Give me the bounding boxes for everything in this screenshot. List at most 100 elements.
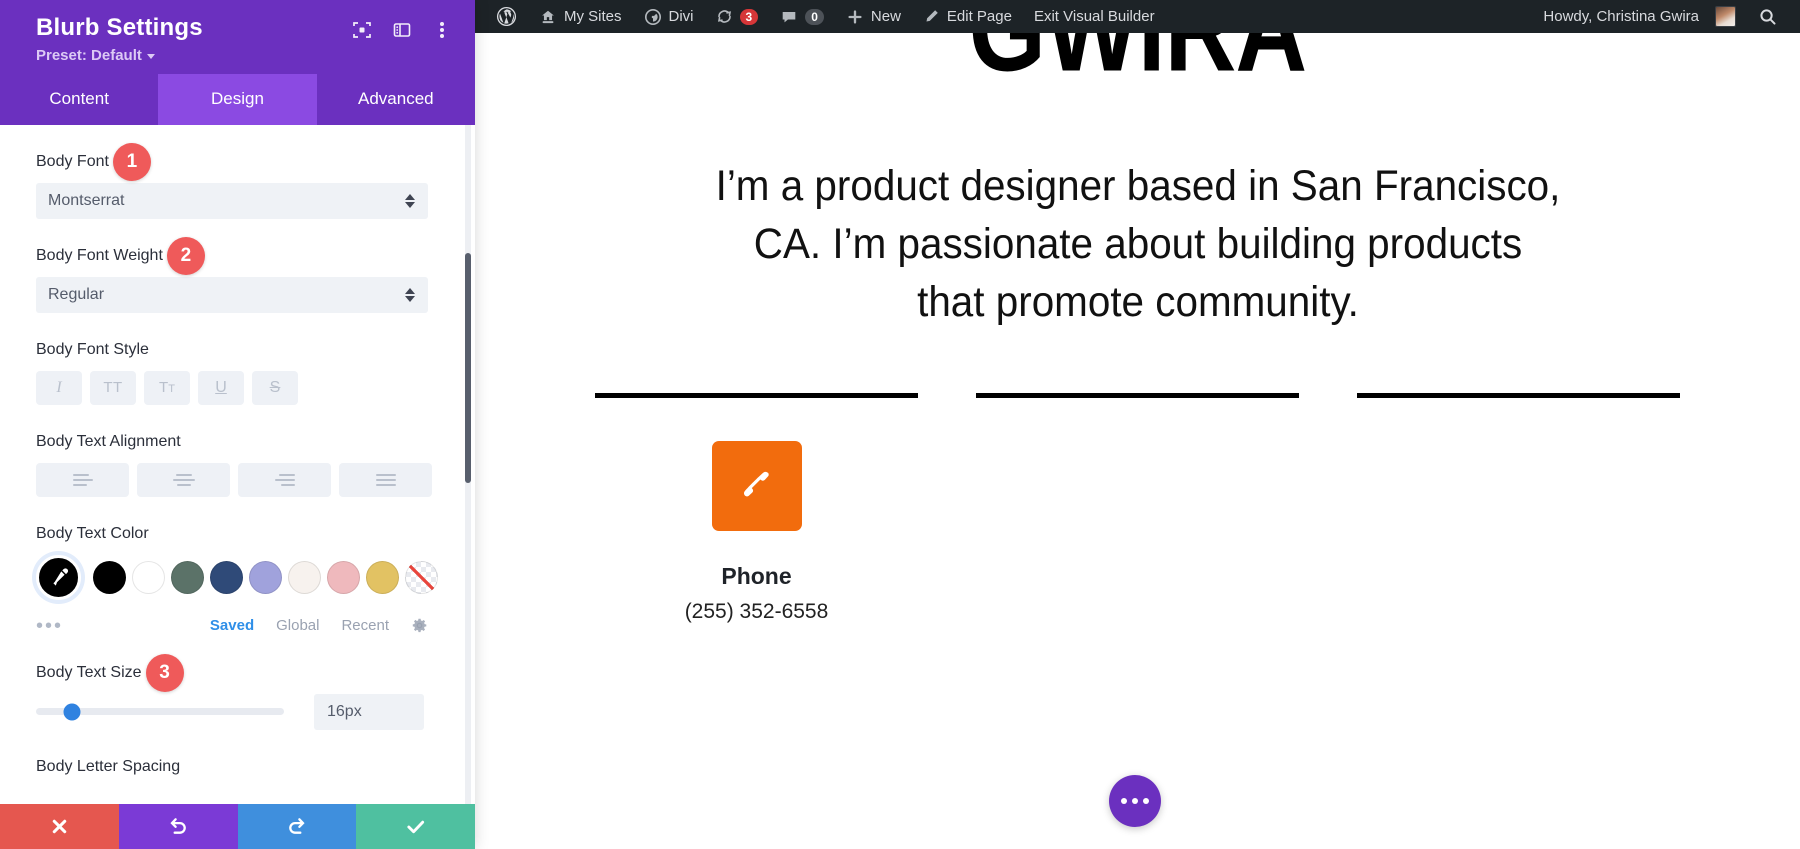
color-swatch-row bbox=[36, 554, 438, 600]
chevron-down-icon bbox=[146, 53, 155, 59]
field-body-font-style: Body Font Style I TT TT U S bbox=[36, 341, 433, 405]
avatar bbox=[1715, 6, 1736, 27]
blurb-phone[interactable]: Phone (255) 352-6558 bbox=[595, 393, 918, 624]
color-swatch-navy[interactable] bbox=[210, 560, 243, 594]
color-tab-saved[interactable]: Saved bbox=[210, 617, 254, 634]
field-body-font-weight: Body Font Weight 2 Regular bbox=[36, 236, 433, 313]
updates-menu[interactable]: 3 bbox=[705, 0, 770, 33]
divider bbox=[595, 393, 918, 399]
spinner-icon bbox=[405, 287, 415, 302]
color-swatch-offwhite[interactable] bbox=[288, 560, 321, 594]
body-text-alignment-label: Body Text Alignment bbox=[36, 432, 181, 450]
body-text-color-label: Body Text Color bbox=[36, 524, 149, 542]
blurb-second[interactable] bbox=[976, 393, 1299, 624]
body-text-size-label: Body Text Size bbox=[36, 663, 142, 681]
horizontal-dots-icon[interactable] bbox=[1109, 775, 1161, 827]
uppercase-button[interactable]: TT bbox=[90, 370, 136, 405]
body-text-size-control: 16px bbox=[36, 693, 433, 730]
body-font-select[interactable]: Montserrat bbox=[36, 182, 428, 219]
fab-dots bbox=[1121, 798, 1149, 804]
color-tab-global[interactable]: Global bbox=[276, 617, 319, 634]
body-text-size-input[interactable]: 16px bbox=[314, 693, 424, 730]
field-body-text-color: Body Text Color ••• Saved Global Recent bbox=[36, 524, 438, 636]
align-center-button[interactable] bbox=[137, 462, 230, 497]
color-tab-recent[interactable]: Recent bbox=[341, 617, 389, 634]
body-font-value: Montserrat bbox=[48, 191, 125, 209]
panel-tabs: Content Design Advanced bbox=[0, 73, 475, 125]
tab-design[interactable]: Design bbox=[158, 73, 317, 125]
exit-visual-builder-label: Exit Visual Builder bbox=[1033, 8, 1155, 25]
divider bbox=[976, 393, 1299, 399]
save-button[interactable] bbox=[356, 804, 475, 849]
alignment-button-group bbox=[36, 462, 433, 497]
divi-menu[interactable]: Divi bbox=[633, 0, 705, 33]
font-style-button-group: I TT TT U S bbox=[36, 370, 433, 405]
search-icon[interactable] bbox=[1747, 0, 1788, 33]
howdy-account-menu[interactable]: Howdy, Christina Gwira bbox=[1532, 0, 1747, 33]
blurb-title: Phone bbox=[721, 563, 792, 590]
body-font-weight-select[interactable]: Regular bbox=[36, 276, 428, 313]
color-swatch-black[interactable] bbox=[93, 560, 126, 594]
field-body-text-alignment: Body Text Alignment bbox=[36, 433, 433, 497]
color-swatch-white[interactable] bbox=[132, 560, 165, 594]
page-canvas: GWIRA I’m a product designer based in Sa… bbox=[475, 33, 1800, 849]
color-swatch-gold[interactable] bbox=[366, 560, 399, 594]
tab-advanced[interactable]: Advanced bbox=[316, 73, 475, 125]
more-colors-button[interactable]: ••• bbox=[36, 616, 63, 636]
italic-button[interactable]: I bbox=[36, 370, 82, 405]
align-right-button[interactable] bbox=[238, 462, 331, 497]
body-text-size-value: 16px bbox=[327, 702, 362, 720]
phone-icon bbox=[711, 441, 802, 532]
comments-menu[interactable]: 0 bbox=[769, 0, 835, 33]
align-left-button[interactable] bbox=[36, 462, 129, 497]
slider-thumb[interactable] bbox=[63, 703, 81, 721]
gear-icon[interactable] bbox=[411, 617, 428, 634]
small-caps-button[interactable]: TT bbox=[144, 370, 190, 405]
body-text-size-slider[interactable] bbox=[36, 703, 284, 721]
field-body-font: Body Font 1 Montserrat bbox=[36, 142, 433, 219]
admin-bar-account: Howdy, Christina Gwira bbox=[1532, 0, 1800, 33]
divider bbox=[1357, 393, 1680, 399]
edit-page-link[interactable]: Edit Page bbox=[912, 0, 1023, 33]
body-font-label: Body Font bbox=[36, 152, 109, 170]
redo-button[interactable] bbox=[237, 804, 357, 849]
design-settings-list: Body Font 1 Montserrat Body Font Weight bbox=[0, 125, 475, 804]
align-justify-button[interactable] bbox=[339, 462, 432, 497]
focus-target-icon[interactable] bbox=[351, 19, 373, 41]
color-swatch-pink[interactable] bbox=[327, 560, 360, 594]
color-source-tabs: Saved Global Recent bbox=[210, 617, 428, 634]
new-label: New bbox=[870, 8, 901, 25]
eyedropper-swatch-selected[interactable] bbox=[36, 554, 81, 600]
body-font-weight-label: Body Font Weight bbox=[36, 246, 163, 264]
hero-heading: GWIRA bbox=[969, 33, 1308, 89]
exit-visual-builder-link[interactable]: Exit Visual Builder bbox=[1023, 0, 1166, 33]
color-swatch-sage[interactable] bbox=[171, 560, 204, 594]
wordpress-logo-icon[interactable] bbox=[485, 0, 528, 33]
my-sites-menu[interactable]: My Sites bbox=[528, 0, 633, 33]
visual-builder-screen: Blurb Settings Preset: Default Content D… bbox=[0, 0, 1800, 849]
body-letter-spacing-label: Body Letter Spacing bbox=[36, 757, 181, 775]
field-body-text-size: Body Text Size 3 16px bbox=[36, 653, 433, 730]
color-swatch-periwinkle[interactable] bbox=[249, 560, 282, 594]
undo-button[interactable] bbox=[118, 804, 238, 849]
preset-selector[interactable]: Preset: Default bbox=[36, 47, 453, 64]
tab-content[interactable]: Content bbox=[0, 73, 159, 125]
field-body-letter-spacing: Body Letter Spacing bbox=[36, 758, 433, 788]
my-sites-label: My Sites bbox=[564, 8, 622, 25]
color-swatch-transparent[interactable] bbox=[405, 560, 438, 594]
divi-label: Divi bbox=[668, 8, 694, 25]
body-font-style-label: Body Font Style bbox=[36, 340, 149, 358]
edit-page-label: Edit Page bbox=[946, 8, 1012, 25]
wp-admin-bar: My Sites Divi 3 0 New Edit Page Exit Vis… bbox=[475, 0, 1800, 33]
panel-header: Blurb Settings Preset: Default bbox=[0, 0, 475, 74]
new-content-menu[interactable]: New bbox=[835, 0, 912, 33]
body-font-weight-label-wrap: Body Font Weight 2 bbox=[36, 236, 205, 275]
panel-footer bbox=[0, 804, 475, 849]
strikethrough-button[interactable]: S bbox=[252, 370, 298, 405]
cancel-button[interactable] bbox=[0, 804, 119, 849]
vertical-dots-icon[interactable] bbox=[431, 19, 453, 41]
comments-count-badge: 0 bbox=[805, 8, 824, 25]
underline-button[interactable]: U bbox=[198, 370, 244, 405]
blurb-third[interactable] bbox=[1357, 393, 1680, 624]
panel-layout-icon[interactable] bbox=[391, 19, 413, 41]
